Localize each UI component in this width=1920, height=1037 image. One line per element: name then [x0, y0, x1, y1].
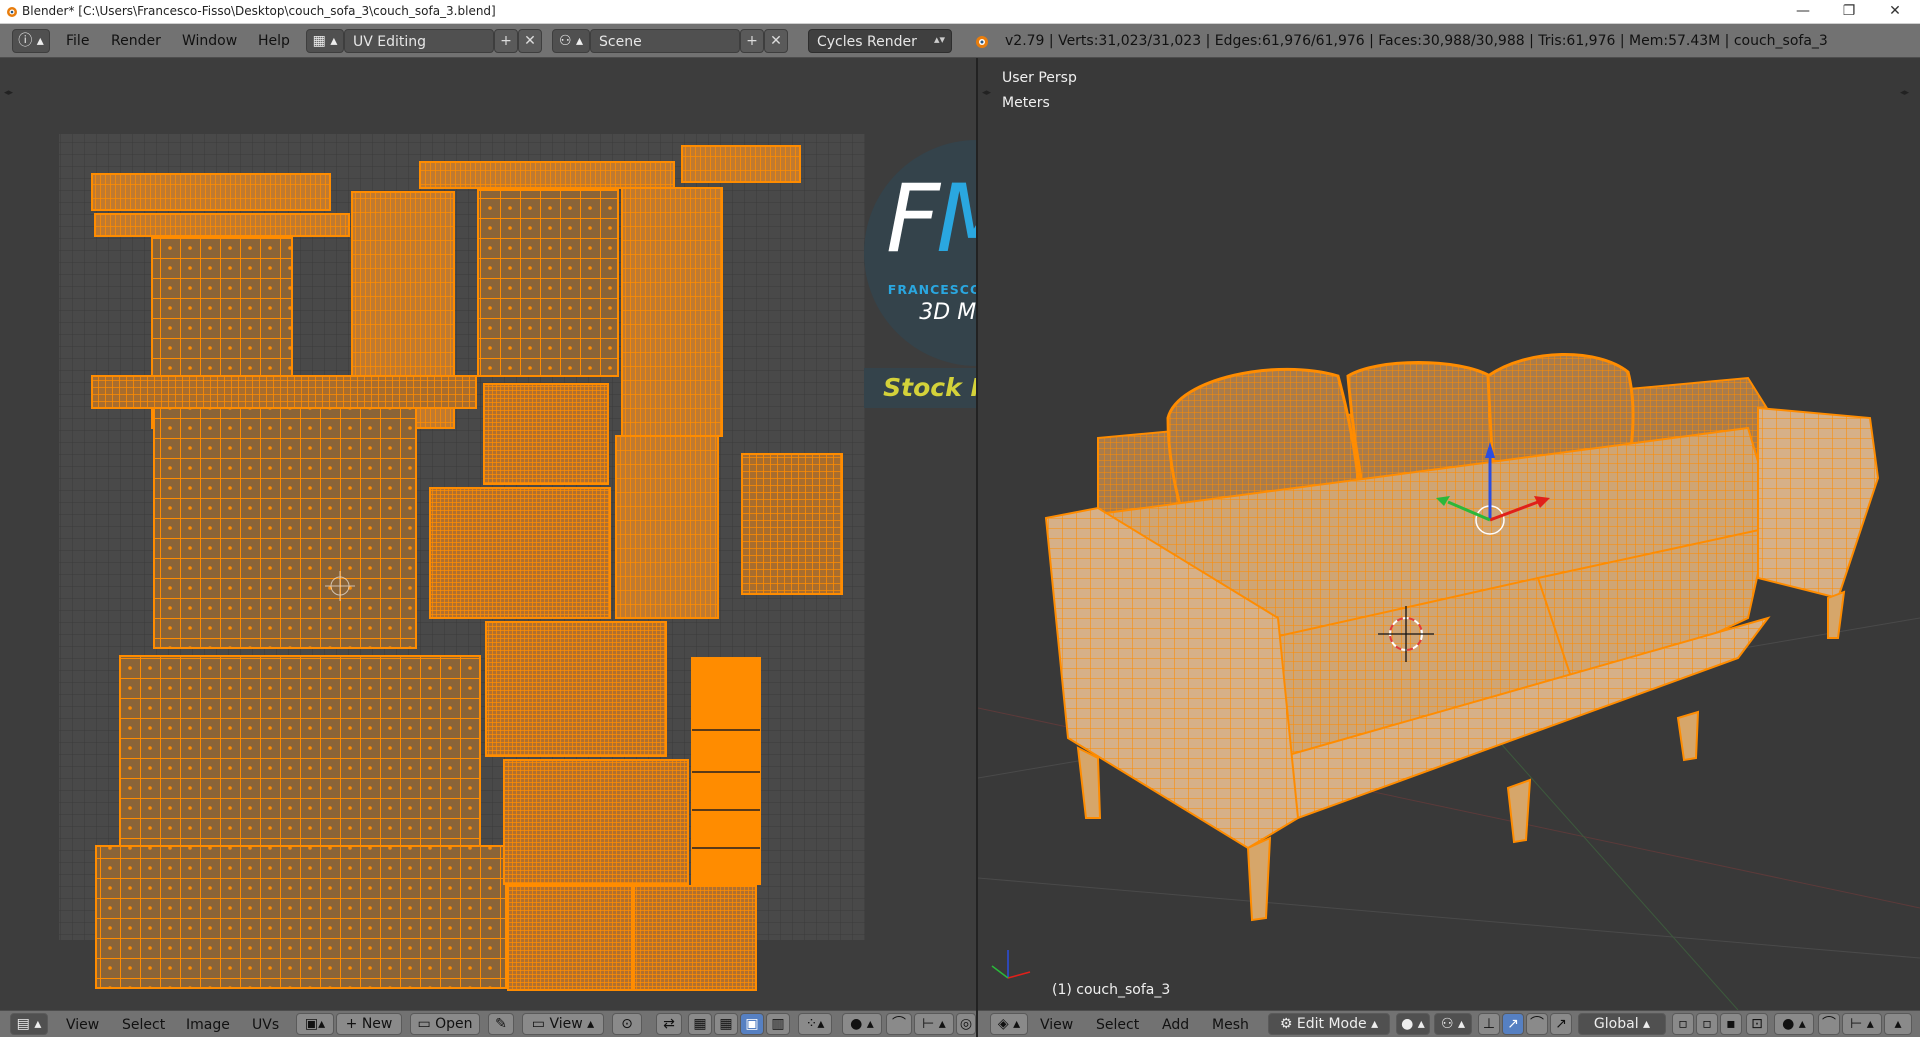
face-select-mode-icon[interactable]: ▪ — [1720, 1013, 1742, 1035]
scale-manipulator-icon[interactable]: ↗ — [1550, 1013, 1572, 1035]
render-engine-select[interactable]: Cycles Render ▴▾ — [808, 29, 952, 53]
uv-editor-header: ▤ ▴ View Select Image UVs ▣▴ + New ▭ Ope… — [0, 1010, 976, 1037]
uv-image-editor[interactable]: ◂▸ — [0, 58, 976, 1010]
menu-file[interactable]: File — [66, 33, 89, 49]
uv-menu-uvs[interactable]: UVs — [252, 1017, 279, 1033]
open-image-button[interactable]: ▭ Open — [410, 1013, 480, 1035]
3d-menu-add[interactable]: Add — [1162, 1017, 1189, 1033]
translate-manipulator-icon[interactable]: ↗ — [1502, 1013, 1524, 1035]
add-screen-icon[interactable]: + — [494, 29, 518, 53]
3d-menu-mesh[interactable]: Mesh — [1212, 1017, 1249, 1033]
snap-magnet-icon[interactable]: ⌒ — [1818, 1013, 1840, 1035]
menu-window[interactable]: Window — [182, 33, 237, 49]
interaction-mode-label: Edit Mode — [1296, 1016, 1367, 1032]
editor-type-info-icon[interactable]: ⓘ ▴ — [12, 29, 50, 53]
edge-select-icon[interactable]: ▦ — [714, 1013, 738, 1035]
new-image-button[interactable]: + New — [336, 1013, 402, 1035]
new-image-label: New — [361, 1016, 393, 1032]
editor-type-image-icon[interactable]: ▤ ▴ — [10, 1013, 48, 1035]
window-title-bar: Blender* [C:\Users\Francesco-Fisso\Deskt… — [0, 0, 1920, 24]
menu-render[interactable]: Render — [111, 33, 161, 49]
snap-target-icon[interactable]: ⊢ ▴ — [914, 1013, 954, 1035]
transform-orientation-select[interactable]: Global ▴ — [1578, 1013, 1666, 1035]
editor-type-3d-icon[interactable]: ◈ ▴ — [990, 1013, 1028, 1035]
scene-field[interactable]: Scene — [590, 29, 740, 53]
browse-image-icon[interactable]: ▣▴ — [296, 1013, 334, 1035]
proportional-editing-icon[interactable]: ● ▴ — [1774, 1013, 1814, 1035]
vertex-select-mode-icon[interactable]: ▫ — [1672, 1013, 1694, 1035]
3d-viewport[interactable]: ◂▸ ◂▸ User Persp Meters (1) couch_sofa_3 — [978, 58, 1920, 1010]
viewport-shading-icon[interactable]: ● ▴ — [1396, 1013, 1430, 1035]
proportional-edit-icon[interactable]: ● ▴ — [842, 1013, 882, 1035]
island-select-icon[interactable]: ▥ — [766, 1013, 790, 1035]
display-icon[interactable]: ◎ — [956, 1013, 976, 1035]
rotate-manipulator-icon[interactable]: ⌒ — [1526, 1013, 1548, 1035]
transform-orientation-label: Global — [1593, 1016, 1639, 1032]
snap-icon[interactable]: ⌒ — [886, 1013, 912, 1035]
uv-menu-select[interactable]: Select — [122, 1017, 165, 1033]
snap-element-icon[interactable]: ⊢ ▴ — [1842, 1013, 1882, 1035]
edge-select-mode-icon[interactable]: ▫ — [1696, 1013, 1718, 1035]
window-title: Blender* [C:\Users\Francesco-Fisso\Deskt… — [22, 4, 496, 18]
couch-sofa-mesh[interactable] — [1044, 353, 1880, 922]
face-select-icon[interactable]: ▣ — [740, 1013, 764, 1035]
object-label: (1) couch_sofa_3 — [1052, 982, 1171, 998]
screen-layout-field[interactable]: UV Editing — [344, 29, 494, 53]
screen-layout-icon[interactable]: ▦ ▴ — [306, 29, 344, 53]
interaction-mode-select[interactable]: ⚙ Edit Mode ▴ — [1268, 1013, 1390, 1035]
sticky-selection-icon[interactable]: ⁘▴ — [798, 1013, 832, 1035]
menu-help[interactable]: Help — [258, 33, 290, 49]
blender-logo-icon — [976, 36, 988, 48]
info-header: ⓘ ▴ File Render Window Help ▦ ▴ UV Editi… — [0, 24, 1920, 58]
manipulator-toggle-icon[interactable]: ⊥ — [1478, 1013, 1500, 1035]
limit-selection-icon[interactable]: ⊡ — [1746, 1013, 1768, 1035]
snap-target-mode-icon[interactable]: ▴ — [1884, 1013, 1912, 1035]
vertex-select-icon[interactable]: ▦ — [688, 1013, 712, 1035]
view-mode-label: View — [549, 1016, 583, 1032]
3d-menu-view[interactable]: View — [1040, 1017, 1073, 1033]
close-button[interactable]: ✕ — [1872, 0, 1918, 24]
sync-selection-icon[interactable]: ⇄ — [656, 1013, 682, 1035]
maximize-button[interactable]: ❐ — [1826, 0, 1872, 24]
add-scene-icon[interactable]: + — [740, 29, 764, 53]
axis-orientation-icon — [991, 950, 1031, 979]
delete-scene-icon[interactable]: ✕ — [764, 29, 788, 53]
minimize-button[interactable]: — — [1780, 0, 1826, 24]
3d-menu-select[interactable]: Select — [1096, 1017, 1139, 1033]
3d-view-header: ◈ ▴ View Select Add Mesh ⚙ Edit Mode ▴ ●… — [978, 1010, 1920, 1037]
delete-screen-icon[interactable]: ✕ — [518, 29, 542, 53]
uv-canvas[interactable] — [0, 58, 976, 1010]
scene-icon[interactable]: ⚇ ▴ — [552, 29, 590, 53]
pivot-icon[interactable]: ⊙ — [612, 1013, 642, 1035]
logo-letter-f: F — [886, 165, 940, 274]
viewport-canvas[interactable] — [978, 58, 1920, 1010]
uv-menu-image[interactable]: Image — [186, 1017, 230, 1033]
pin-icon[interactable]: ✎ — [488, 1013, 514, 1035]
pivot-point-icon[interactable]: ⚇ ▴ — [1434, 1013, 1472, 1035]
scene-statistics: v2.79 | Verts:31,023/31,023 | Edges:61,9… — [1005, 33, 1828, 49]
blender-logo-icon — [7, 7, 17, 17]
open-image-label: Open — [435, 1016, 473, 1032]
view-mode-select[interactable]: ▭ View ▴ — [522, 1013, 604, 1035]
uv-menu-view[interactable]: View — [66, 1017, 99, 1033]
